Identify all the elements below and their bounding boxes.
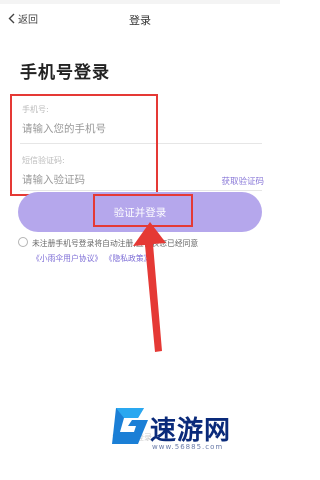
annotation-arrow-icon: [133, 222, 166, 352]
third-party-login-label: 第三方登录: [112, 433, 152, 442]
